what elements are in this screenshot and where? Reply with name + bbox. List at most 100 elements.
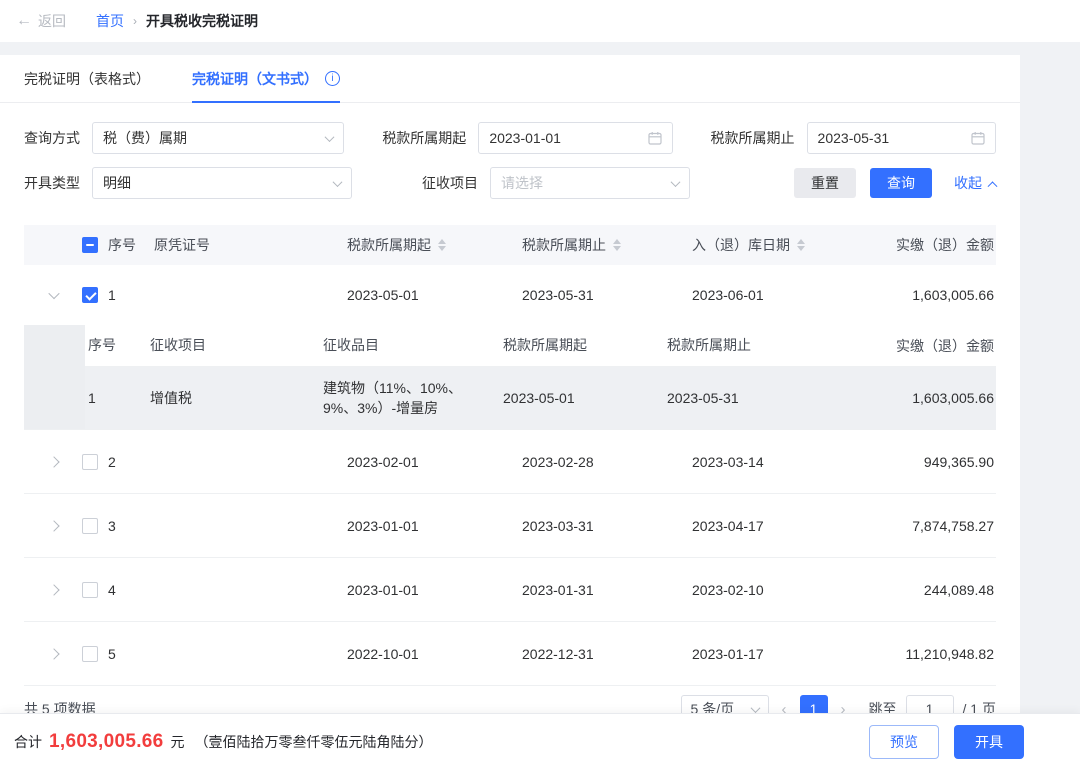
chevron-down-icon <box>333 177 343 187</box>
row-checkbox[interactable] <box>82 646 98 662</box>
tab-certificate-table-format[interactable]: 完税证明（表格式） <box>24 55 150 102</box>
detail-col-amount: 实缴（退）金额 <box>828 336 996 356</box>
detail-col-period-start: 税款所属期起 <box>500 335 664 355</box>
row-storage-date: 2023-04-17 <box>680 518 850 534</box>
col-voucher: 原凭证号 <box>140 235 335 255</box>
filter-actions: 重置 查询 收起 <box>794 168 996 198</box>
sort-icon[interactable] <box>438 239 446 251</box>
query-mode-label: 查询方式 <box>24 128 80 148</box>
next-page-button[interactable]: › <box>841 702 846 714</box>
period-end-label: 税款所属期止 <box>673 128 795 148</box>
table-header-row: 序号 原凭证号 税款所属期起 税款所属期止 入（退）库日期 实缴（退）金额 <box>24 225 996 265</box>
tab-bar: 完税证明（表格式） 完税证明（文书式） i <box>0 55 1020 103</box>
row-period-start: 2023-01-01 <box>335 518 510 534</box>
table-row[interactable]: 1 2023-05-01 2023-05-31 2023-06-01 1,603… <box>24 265 996 325</box>
detail-col-seq: 序号 <box>85 335 147 355</box>
col-seq: 序号 <box>108 235 136 255</box>
period-start-value: 2023-01-01 <box>489 130 561 146</box>
reset-button[interactable]: 重置 <box>794 168 856 198</box>
sort-icon[interactable] <box>613 239 621 251</box>
total-amount: 1,603,005.66 <box>49 731 164 753</box>
results-table: 序号 原凭证号 税款所属期起 税款所属期止 入（退）库日期 实缴（退）金额 1 <box>24 225 996 686</box>
back-label: 返回 <box>38 11 66 31</box>
row-period-end: 2023-02-28 <box>510 454 680 470</box>
col-period-start[interactable]: 税款所属期起 <box>335 235 510 255</box>
collapse-toggle[interactable]: 收起 <box>954 173 996 193</box>
jump-page-input[interactable]: 1 <box>906 695 954 713</box>
breadcrumb-current: 开具税收完税证明 <box>146 11 258 31</box>
collapse-label: 收起 <box>954 173 982 193</box>
row-period-end: 2022-12-31 <box>510 646 680 662</box>
sort-icon[interactable] <box>797 239 805 251</box>
total-pages-label: / 1 页 <box>963 699 996 713</box>
prev-page-button[interactable]: ‹ <box>782 702 787 714</box>
row-period-end: 2023-01-31 <box>510 582 680 598</box>
tab-certificate-document-format[interactable]: 完税证明（文书式） i <box>192 55 340 102</box>
levy-item-label: 征收项目 <box>352 173 478 193</box>
filter-row-1: 查询方式 税（费）属期 税款所属期起 2023-01-01 税款所属期止 202… <box>24 122 996 154</box>
row-seq: 2 <box>108 454 116 470</box>
calendar-icon <box>648 131 662 145</box>
breadcrumb-home-link[interactable]: 首页 <box>96 11 124 31</box>
search-button[interactable]: 查询 <box>870 168 932 198</box>
expand-open-icon[interactable] <box>48 288 59 299</box>
table-row[interactable]: 3 2023-01-01 2023-03-31 2023-04-17 7,874… <box>24 494 996 558</box>
col-period-end-label: 税款所属期止 <box>522 235 606 255</box>
row-checkbox[interactable] <box>82 582 98 598</box>
chevron-down-icon <box>325 132 335 142</box>
expand-closed-icon[interactable] <box>48 456 59 467</box>
table-row[interactable]: 5 2022-10-01 2022-12-31 2023-01-17 11,21… <box>24 622 996 686</box>
levy-item-select[interactable]: 请选择 <box>490 167 690 199</box>
row-checkbox[interactable] <box>82 518 98 534</box>
detail-amount: 1,603,005.66 <box>828 390 996 406</box>
detail-item: 建筑物（11%、10%、9%、3%）-增量房 <box>320 378 500 419</box>
back-arrow-icon: ← <box>16 13 32 29</box>
row-storage-date: 2023-01-17 <box>680 646 850 662</box>
row-detail-panel: 序号 征收项目 征收品目 税款所属期起 税款所属期止 实缴（退）金额 1 增值税… <box>24 325 996 430</box>
row-period-start: 2023-05-01 <box>335 287 510 303</box>
total-amount-in-words: （壹佰陆拾万零叁仟零伍元陆角陆分） <box>195 732 433 752</box>
col-storage-date[interactable]: 入（退）库日期 <box>680 235 850 255</box>
detail-col-item: 征收品目 <box>320 335 500 355</box>
col-storage-date-label: 入（退）库日期 <box>692 235 790 255</box>
detail-col-period-end: 税款所属期止 <box>664 335 828 355</box>
query-mode-select[interactable]: 税（费）属期 <box>92 122 344 154</box>
expand-closed-icon[interactable] <box>48 648 59 659</box>
page-number-button[interactable]: 1 <box>800 695 828 713</box>
expand-closed-icon[interactable] <box>48 520 59 531</box>
period-end-date-input[interactable]: 2023-05-31 <box>807 122 996 154</box>
top-bar: ← 返回 首页 › 开具税收完税证明 <box>0 0 1080 42</box>
detail-seq: 1 <box>85 388 147 408</box>
row-storage-date: 2023-03-14 <box>680 454 850 470</box>
period-start-date-input[interactable]: 2023-01-01 <box>478 122 672 154</box>
period-end-value: 2023-05-31 <box>818 130 890 146</box>
row-period-end: 2023-05-31 <box>510 287 680 303</box>
breadcrumb: 首页 › 开具税收完税证明 <box>96 11 258 31</box>
levy-item-placeholder: 请选择 <box>501 173 543 193</box>
filter-panel: 查询方式 税（费）属期 税款所属期起 2023-01-01 税款所属期止 202… <box>0 103 1020 199</box>
row-amount: 1,603,005.66 <box>850 287 996 303</box>
content-card: 完税证明（表格式） 完税证明（文书式） i 查询方式 税（费）属期 税款所属期起… <box>0 55 1020 713</box>
total-count-text: 共 5 项数据 <box>24 699 96 713</box>
preview-button[interactable]: 预览 <box>869 725 939 759</box>
page-size-value: 5 条/页 <box>691 699 735 713</box>
row-period-start: 2022-10-01 <box>335 646 510 662</box>
query-mode-value: 税（费）属期 <box>103 128 187 148</box>
expand-closed-icon[interactable] <box>48 584 59 595</box>
page-size-select[interactable]: 5 条/页 <box>681 695 769 713</box>
row-checkbox[interactable] <box>82 287 98 303</box>
detail-row: 1 增值税 建筑物（11%、10%、9%、3%）-增量房 2023-05-01 … <box>85 367 996 429</box>
row-checkbox[interactable] <box>82 454 98 470</box>
row-period-start: 2023-02-01 <box>335 454 510 470</box>
detail-period-end: 2023-05-31 <box>664 388 828 408</box>
chevron-up-icon <box>988 181 998 191</box>
table-row[interactable]: 4 2023-01-01 2023-01-31 2023-02-10 244,0… <box>24 558 996 622</box>
back-button[interactable]: ← 返回 <box>16 11 66 31</box>
col-amount: 实缴（退）金额 <box>850 235 996 255</box>
select-all-checkbox[interactable] <box>82 237 98 253</box>
info-icon[interactable]: i <box>325 71 340 86</box>
issue-button[interactable]: 开具 <box>954 725 1024 759</box>
issue-type-select[interactable]: 明细 <box>92 167 352 199</box>
table-row[interactable]: 2 2023-02-01 2023-02-28 2023-03-14 949,3… <box>24 430 996 494</box>
col-period-end[interactable]: 税款所属期止 <box>510 235 680 255</box>
